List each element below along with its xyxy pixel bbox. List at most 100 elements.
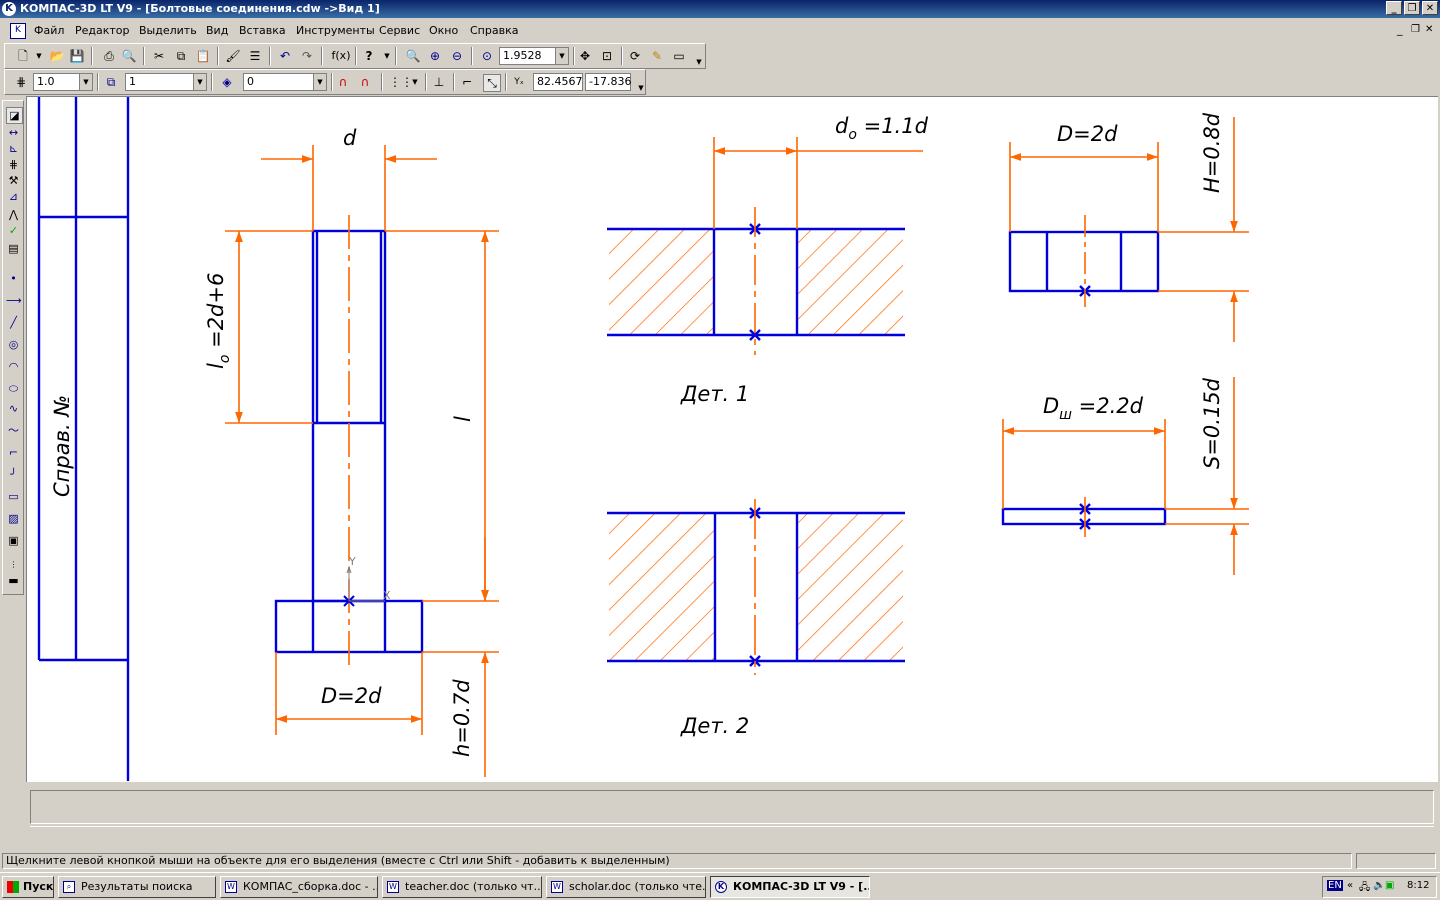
print-icon[interactable]: ⎙ (101, 48, 117, 64)
menu-service[interactable]: Сервис (379, 24, 420, 37)
undo-icon[interactable]: ↶ (277, 48, 293, 64)
part1-dimensions[interactable] (713, 137, 923, 229)
chevron-down-icon[interactable]: ▼ (633, 80, 649, 96)
zoom-scale-icon[interactable]: ⊙ (479, 48, 495, 64)
hatch-icon[interactable]: ▨ (6, 511, 21, 526)
restore-button[interactable]: ❐ (1404, 1, 1420, 15)
view-combo[interactable]: 0 (243, 73, 313, 91)
dimensions-panel-icon[interactable]: ↔ (6, 125, 21, 140)
properties-icon[interactable]: ☰ (247, 48, 263, 64)
open-folder-icon[interactable]: 📂 (49, 48, 65, 64)
chevron-down-icon[interactable]: ▼ (555, 47, 569, 65)
zoom-scale-combo[interactable]: 1.9528 (499, 47, 555, 65)
notation-panel-icon[interactable]: ⊾ (6, 141, 21, 156)
task-kompas-app[interactable]: K КОМПАС-3D LT V9 - [... (710, 876, 870, 898)
format-painter-icon[interactable]: 🖌 (225, 48, 241, 64)
ellipse-icon[interactable]: ⬭ (6, 381, 21, 396)
rectangle-icon[interactable]: ▭ (6, 489, 21, 504)
antivirus-icon[interactable]: ▣ (1385, 880, 1394, 891)
refresh-icon[interactable]: ⟳ (627, 48, 643, 64)
reports-panel-icon[interactable]: ▤ (6, 241, 21, 256)
new-document-icon[interactable]: 🗋 (15, 48, 31, 64)
show-hidden-icons-icon[interactable]: « (1347, 880, 1353, 891)
coord-x-field[interactable]: 82.4567 (533, 73, 583, 91)
washer-contour[interactable] (1001, 503, 1167, 530)
pan-icon[interactable]: ✥ (577, 48, 593, 64)
nut-contour[interactable] (1008, 230, 1160, 297)
redo-icon[interactable]: ↷ (299, 48, 315, 64)
zoom-out-icon[interactable]: ⊖ (449, 48, 465, 64)
layer-combo[interactable]: 1 (125, 73, 193, 91)
measure-panel-icon[interactable]: ⊿ (6, 189, 21, 204)
chevron-down-icon[interactable]: ▼ (79, 73, 93, 91)
highlight-icon[interactable]: ✎ (649, 48, 665, 64)
menu-tools[interactable]: Инструменты (296, 24, 375, 37)
menu-insert[interactable]: Вставка (239, 24, 286, 37)
menu-select[interactable]: Выделить (139, 24, 197, 37)
document-icon[interactable]: K (10, 23, 26, 39)
drawing-sheet[interactable]: Справ. № d lo =2d+6 l D=2d h=0.7d Y X do… (27, 97, 1437, 781)
fillet-icon[interactable]: ╯ (6, 467, 21, 482)
menu-edit[interactable]: Редактор (75, 24, 130, 37)
local-cs-icon[interactable]: ⊥ (431, 74, 447, 90)
print-preview-icon[interactable]: 🔍 (121, 48, 137, 64)
auxiliary-line-icon[interactable]: ⟶ (6, 293, 22, 308)
grid-icon[interactable]: ⋮⋮ (389, 74, 413, 90)
zoom-in-icon[interactable]: ⊕ (427, 48, 443, 64)
window-title-bar[interactable]: K КОМПАС-3D LT V9 - [Болтовые соединения… (0, 0, 1440, 18)
view-icon[interactable]: ◈ (219, 74, 235, 90)
drawing-canvas[interactable]: Справ. № d lo =2d+6 l D=2d h=0.7d Y X do… (26, 96, 1438, 782)
local-snap-icon[interactable]: ∩ (357, 74, 373, 90)
chevron-down-icon[interactable]: ▼ (691, 54, 707, 70)
chevron-down-icon[interactable]: ▼ (379, 48, 395, 64)
layers-icon[interactable]: ⧉ (103, 74, 119, 90)
arc-icon[interactable]: ◠ (6, 359, 21, 374)
chevron-down-icon[interactable]: ▼ (313, 73, 327, 91)
snap-magnet-icon[interactable]: ∩ (335, 74, 351, 90)
start-button[interactable]: Пуск (2, 876, 54, 898)
task-scholar-doc[interactable]: W scholar.doc (только чте... (546, 876, 706, 898)
chevron-down-icon[interactable]: ▼ (407, 74, 423, 90)
function-icon[interactable]: f(x) (329, 48, 353, 64)
macro-icon[interactable]: ▣ (6, 533, 21, 548)
menu-view[interactable]: Вид (206, 24, 228, 37)
segment-icon[interactable]: ╱ (6, 315, 21, 330)
menu-window[interactable]: Окно (429, 24, 458, 37)
select-panel-icon[interactable]: ⋀ (6, 207, 21, 222)
ortho-mode-icon[interactable]: ⌐ (459, 74, 475, 90)
more-tools-icon[interactable]: ⋮ (6, 557, 21, 572)
task-teacher-doc[interactable]: W teacher.doc (только чт... (382, 876, 542, 898)
edit-panel-icon[interactable]: ⋕ (6, 157, 21, 172)
volume-icon[interactable]: 🔈 (1373, 880, 1385, 891)
chamfer-icon[interactable]: ⌐ (6, 445, 21, 460)
point-icon[interactable]: • (6, 271, 21, 286)
chevron-down-icon[interactable]: ▼ (193, 73, 207, 91)
display-icon[interactable]: ▭ (671, 48, 687, 64)
parametrization-panel-icon[interactable]: ⚒ (6, 173, 21, 188)
zoom-window-icon[interactable]: 🔍 (405, 48, 421, 64)
doc-restore-button[interactable]: ❐ (1411, 24, 1420, 35)
spec-panel-icon[interactable]: ✓ (6, 223, 21, 238)
task-search-results[interactable]: ⌕ Результаты поиска (58, 876, 216, 898)
chevron-down-icon[interactable]: ▼ (31, 48, 47, 64)
minimize-button[interactable]: _ (1386, 1, 1402, 15)
menu-help[interactable]: Справка (470, 24, 518, 37)
menu-file[interactable]: Файл (34, 24, 64, 37)
language-indicator[interactable]: EN (1327, 880, 1343, 891)
clock[interactable]: 8:12 (1407, 880, 1429, 891)
polyline-icon[interactable]: 〜 (6, 423, 21, 438)
spline-icon[interactable]: ∿ (6, 401, 21, 416)
toolbar-settings-icon[interactable]: ▬ (6, 573, 21, 588)
help-pointer-icon[interactable]: ? (361, 48, 377, 64)
save-icon[interactable]: 💾 (69, 48, 85, 64)
paste-icon[interactable]: 📋 (195, 48, 211, 64)
task-kompas-sborka-doc[interactable]: W КОМПАС_сборка.doc - ... (220, 876, 378, 898)
show-all-icon[interactable]: ⊡ (599, 48, 615, 64)
copy-icon[interactable]: ⧉ (173, 48, 189, 64)
doc-close-button[interactable]: ✕ (1425, 24, 1433, 35)
geometry-panel-icon[interactable]: ◪ (6, 107, 23, 124)
coordinates-mode-icon[interactable]: ⤡ (483, 74, 501, 92)
circle-icon[interactable]: ◎ (6, 337, 21, 352)
network-icon[interactable]: 🖧 (1359, 880, 1370, 897)
cut-icon[interactable]: ✂ (151, 48, 167, 64)
